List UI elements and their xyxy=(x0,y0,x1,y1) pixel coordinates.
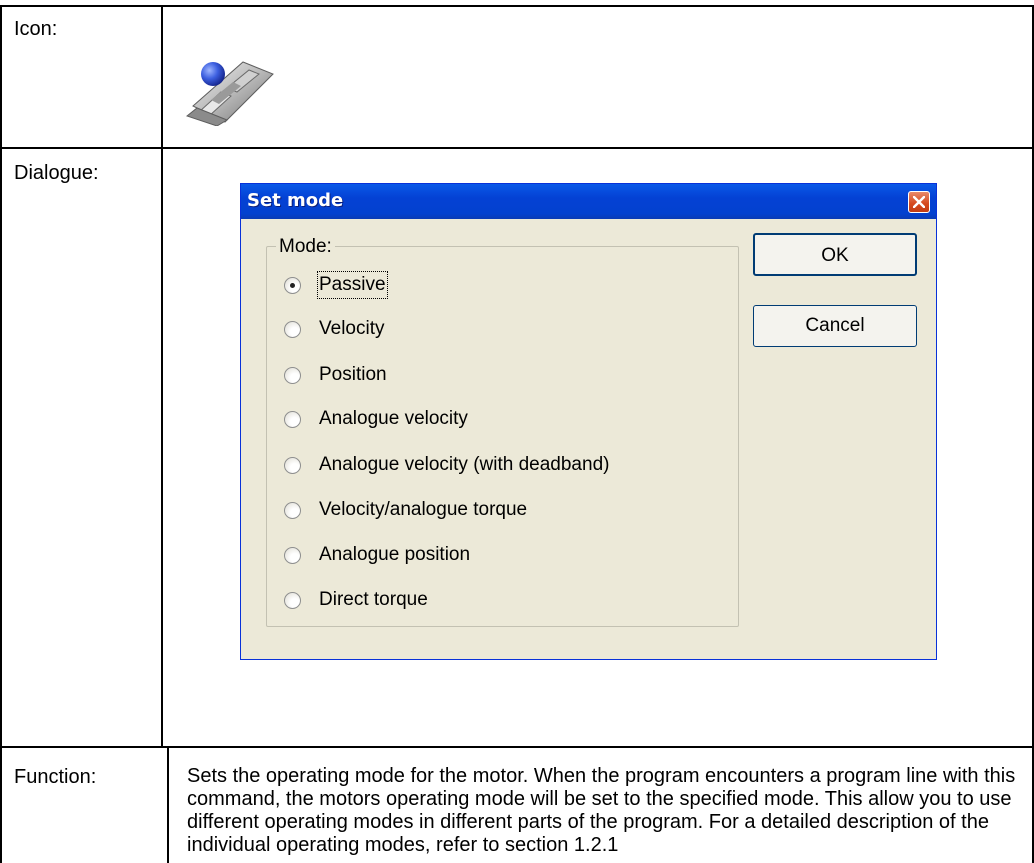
close-button[interactable] xyxy=(908,191,930,213)
radio-button[interactable] xyxy=(284,592,301,609)
mode-option-label: Position xyxy=(319,364,387,385)
mode-option-label: Direct torque xyxy=(319,589,428,610)
radio-button[interactable] xyxy=(284,547,301,564)
table-divider-1 xyxy=(0,147,1034,149)
mode-option-label: Velocity xyxy=(319,318,385,339)
radio-button[interactable] xyxy=(284,502,301,519)
mode-option-label: Passive xyxy=(317,271,388,299)
icon-row-label: Icon: xyxy=(14,18,58,40)
radio-button[interactable] xyxy=(284,411,301,428)
mode-option-label: Analogue position xyxy=(319,544,471,565)
function-description: Sets the operating mode for the motor. W… xyxy=(187,765,1016,856)
radio-button[interactable] xyxy=(284,321,301,338)
cancel-button[interactable]: Cancel xyxy=(753,305,917,347)
document-table: Icon: Dialogue: Function: Set mode Mode:… xyxy=(0,0,1034,863)
table-border-left xyxy=(0,5,2,863)
radio-button[interactable] xyxy=(284,457,301,474)
dialog-titlebar[interactable]: Set mode xyxy=(241,184,936,219)
radio-button[interactable] xyxy=(284,277,301,294)
close-icon xyxy=(913,196,925,208)
ok-button[interactable]: OK xyxy=(753,233,917,276)
dialog-title: Set mode xyxy=(247,190,344,211)
table-column-divider-lower xyxy=(167,747,169,863)
table-divider-2 xyxy=(0,746,1034,748)
dialogue-row-label: Dialogue: xyxy=(14,162,99,184)
set-mode-dialog: Set mode Mode: Passive Velocity Position… xyxy=(240,183,937,660)
mode-groupbox xyxy=(266,246,739,627)
set-mode-icon xyxy=(183,56,275,127)
function-row-label: Function: xyxy=(14,766,97,788)
table-column-divider xyxy=(161,5,163,747)
mode-group-label: Mode: xyxy=(276,236,335,258)
radio-button[interactable] xyxy=(284,367,301,384)
mode-option-label: Analogue velocity (with deadband) xyxy=(319,454,610,475)
mode-option-label: Analogue velocity xyxy=(319,408,468,429)
mode-option-label: Velocity/analogue torque xyxy=(319,499,528,520)
radio-selected-dot xyxy=(290,283,295,288)
table-border-top xyxy=(0,5,1034,7)
